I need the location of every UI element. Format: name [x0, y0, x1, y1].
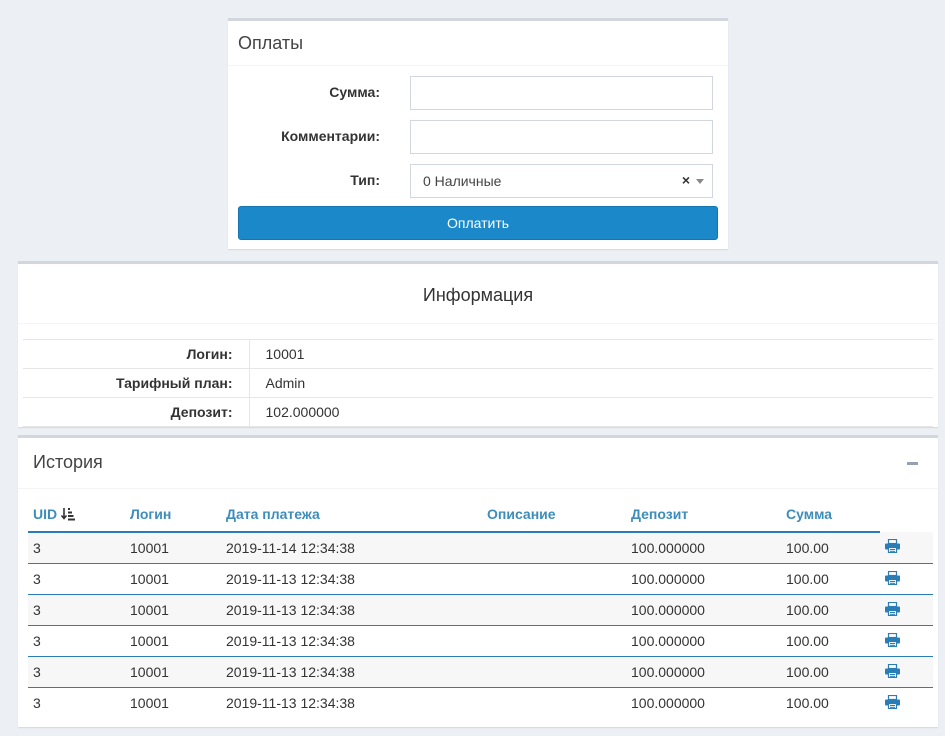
cell-deposit: 100.000000: [626, 563, 781, 595]
history-title: История: [33, 452, 103, 472]
cell-description: [482, 625, 626, 657]
cell-actions: [880, 532, 933, 564]
cell-actions: [880, 687, 933, 718]
payments-title: Оплаты: [238, 33, 304, 53]
cell-login: 10001: [125, 687, 221, 718]
cell-deposit: 100.000000: [626, 656, 781, 688]
sum-input[interactable]: [410, 76, 713, 110]
print-icon[interactable]: [885, 570, 900, 588]
table-row: 3 10001 2019-11-14 12:34:38 100.000000 100.0…: [28, 532, 933, 564]
comment-row: Комментарии:: [228, 120, 728, 154]
sum-label: Сумма:: [329, 84, 380, 100]
cell-sum: 100.00: [781, 625, 880, 657]
info-row-login: Логин: 10001: [23, 339, 933, 369]
cell-uid: 3: [28, 687, 125, 718]
cell-uid: 3: [28, 532, 125, 564]
table-row: 3 10001 2019-11-13 12:34:38 100.000000 100.0…: [28, 563, 933, 595]
cell-sum: 100.00: [781, 563, 880, 595]
type-row: Тип: 0 Наличные ×: [228, 164, 728, 198]
cell-uid: 3: [28, 563, 125, 595]
cell-deposit: 100.000000: [626, 687, 781, 718]
cell-deposit: 100.000000: [626, 594, 781, 626]
cell-description: [482, 594, 626, 626]
chevron-down-icon[interactable]: [696, 179, 704, 184]
column-header-date[interactable]: Дата платежа: [221, 506, 482, 533]
cell-description: [482, 656, 626, 688]
collapse-icon[interactable]: [907, 462, 918, 465]
cell-uid: 3: [28, 625, 125, 657]
cell-actions: [880, 656, 933, 688]
cell-description: [482, 687, 626, 718]
type-select[interactable]: 0 Наличные ×: [410, 164, 713, 198]
info-title: Информация: [422, 285, 534, 305]
cell-actions: [880, 594, 933, 626]
cell-sum: 100.00: [781, 532, 880, 564]
column-header-description[interactable]: Описание: [482, 506, 626, 533]
info-value: 10001: [249, 339, 933, 369]
print-icon[interactable]: [885, 663, 900, 681]
column-header-sum[interactable]: Сумма: [781, 506, 880, 533]
table-row: 3 10001 2019-11-13 12:34:38 100.000000 100.0…: [28, 594, 933, 626]
cell-date: 2019-11-13 12:34:38: [221, 625, 482, 657]
cell-login: 10001: [125, 563, 221, 595]
cell-actions: [880, 625, 933, 657]
cell-actions: [880, 563, 933, 595]
cell-sum: 100.00: [781, 656, 880, 688]
table-row: 3 10001 2019-11-13 12:34:38 100.000000 100.0…: [28, 625, 933, 657]
info-row-deposit: Депозит: 102.000000: [23, 397, 933, 427]
comment-label: Комментарии:: [281, 128, 380, 144]
column-header-uid[interactable]: UID: [28, 506, 125, 533]
cell-date: 2019-11-13 12:34:38: [221, 656, 482, 688]
pay-button[interactable]: Оплатить: [238, 206, 718, 240]
comment-input[interactable]: [410, 120, 713, 154]
cell-sum: 100.00: [781, 687, 880, 718]
info-label: Депозит:: [23, 397, 250, 427]
column-header-actions: [880, 506, 933, 532]
info-row-tariff: Тарифный план: Admin: [23, 368, 933, 398]
cell-description: [482, 532, 626, 564]
info-label: Логин:: [23, 339, 250, 369]
cell-login: 10001: [125, 656, 221, 688]
print-icon[interactable]: [885, 694, 900, 712]
cell-deposit: 100.000000: [626, 625, 781, 657]
history-divider: [18, 488, 938, 489]
column-header-login[interactable]: Логин: [125, 506, 221, 533]
cell-sum: 100.00: [781, 594, 880, 626]
history-header-row: UID Логин Дата платежа Описание Депозит …: [28, 506, 933, 533]
history-box: История UID Логин Дата платежа Описание …: [18, 435, 938, 727]
print-icon[interactable]: [885, 538, 900, 556]
cell-date: 2019-11-13 12:34:38: [221, 594, 482, 626]
info-label: Тарифный план:: [23, 368, 250, 398]
cell-login: 10001: [125, 594, 221, 626]
table-row: 3 10001 2019-11-13 12:34:38 100.000000 100.0…: [28, 656, 933, 688]
print-icon[interactable]: [885, 601, 900, 619]
info-divider: [18, 323, 938, 324]
cell-uid: 3: [28, 656, 125, 688]
cell-login: 10001: [125, 625, 221, 657]
sum-row: Сумма:: [228, 76, 728, 110]
cell-date: 2019-11-13 12:34:38: [221, 687, 482, 718]
column-header-deposit[interactable]: Депозит: [626, 506, 781, 533]
column-header-label: UID: [33, 506, 58, 522]
history-table: UID Логин Дата платежа Описание Депозит …: [28, 506, 933, 718]
type-select-value: 0 Наличные: [423, 173, 502, 189]
sort-amount-desc-icon[interactable]: [61, 507, 76, 521]
payments-box: Оплаты Сумма: Комментарии: Тип: 0 Наличн…: [228, 18, 728, 249]
info-value: 102.000000: [249, 397, 933, 427]
table-row: 3 10001 2019-11-13 12:34:38 100.000000 100.0…: [28, 687, 933, 718]
payments-header: Оплаты: [228, 21, 728, 66]
info-table: Логин: 10001 Тарифный план: Admin Депози…: [23, 339, 933, 427]
cell-date: 2019-11-14 12:34:38: [221, 532, 482, 564]
cell-login: 10001: [125, 532, 221, 564]
type-label: Тип:: [350, 172, 380, 188]
cell-uid: 3: [28, 594, 125, 626]
clear-icon[interactable]: ×: [682, 172, 690, 188]
info-box: Информация Логин: 10001 Тарифный план: A…: [18, 261, 938, 427]
print-icon[interactable]: [885, 632, 900, 650]
cell-deposit: 100.000000: [626, 532, 781, 564]
history-body: 3 10001 2019-11-14 12:34:38 100.000000 100.0…: [28, 532, 933, 718]
info-value: Admin: [249, 368, 933, 398]
cell-description: [482, 563, 626, 595]
cell-date: 2019-11-13 12:34:38: [221, 563, 482, 595]
